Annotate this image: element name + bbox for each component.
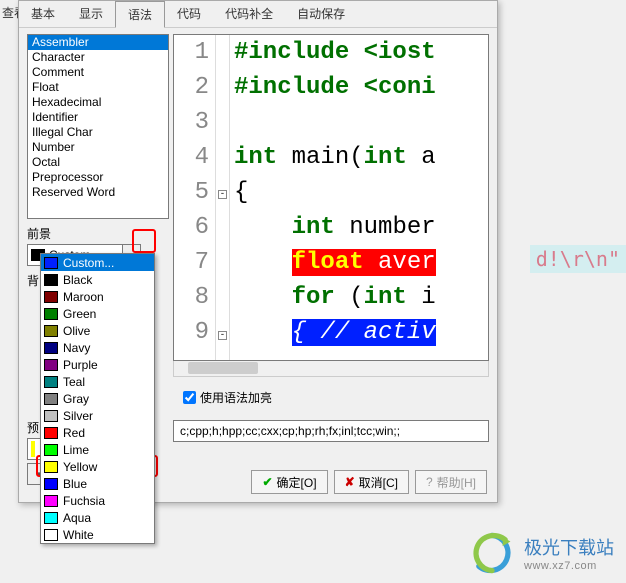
color-name: Aqua (63, 511, 91, 525)
list-item[interactable]: Character (28, 50, 168, 65)
color-name: Red (63, 426, 85, 440)
color-name: Navy (63, 341, 90, 355)
tab-bar: 基本 显示 语法 代码 代码补全 自动保存 (19, 1, 497, 28)
color-option[interactable]: Custom... (41, 254, 154, 271)
color-name: Black (63, 273, 92, 287)
color-option[interactable]: Silver (41, 407, 154, 424)
fg-label: 前景 (27, 225, 169, 242)
help-icon: ? (426, 475, 433, 489)
color-swatch (44, 512, 58, 524)
color-option[interactable]: Teal (41, 373, 154, 390)
tab-autosave[interactable]: 自动保存 (285, 1, 357, 27)
tab-display[interactable]: 显示 (67, 1, 115, 27)
color-swatch (44, 410, 58, 422)
color-name: Maroon (63, 290, 104, 304)
color-swatch (44, 393, 58, 405)
color-swatch (44, 257, 58, 269)
preview-bar (31, 441, 35, 457)
color-option[interactable]: Navy (41, 339, 154, 356)
fold-icon[interactable]: - (218, 331, 227, 340)
color-swatch (44, 529, 58, 541)
color-option[interactable]: Green (41, 305, 154, 322)
color-option[interactable]: Maroon (41, 288, 154, 305)
color-swatch (44, 495, 58, 507)
color-swatch (44, 444, 58, 456)
code-content: #include <iost#include <coniint main(int… (230, 35, 488, 360)
list-item[interactable]: Reserved Word (28, 185, 168, 200)
color-option[interactable]: Black (41, 271, 154, 288)
tab-basic[interactable]: 基本 (19, 1, 67, 27)
color-name: Silver (63, 409, 93, 423)
list-item[interactable]: Hexadecimal (28, 95, 168, 110)
fold-column: - - (216, 35, 230, 360)
color-name: White (63, 528, 94, 542)
color-dropdown-list[interactable]: Custom... Black Maroon Green Olive Navy Purple… (40, 253, 155, 544)
fold-icon[interactable]: - (218, 190, 227, 199)
color-name: Green (63, 307, 96, 321)
color-name: Teal (63, 375, 85, 389)
color-name: Custom... (63, 256, 114, 270)
tab-completion[interactable]: 代码补全 (213, 1, 285, 27)
list-item[interactable]: Assembler (28, 35, 168, 50)
bg-code-snippet: d!\r\n" (530, 245, 626, 273)
footer-site-name: 极光下载站 (524, 534, 614, 560)
color-option[interactable]: Yellow (41, 458, 154, 475)
color-option[interactable]: Red (41, 424, 154, 441)
h-scrollbar[interactable] (173, 361, 489, 377)
color-option[interactable]: Aqua (41, 509, 154, 526)
color-name: Purple (63, 358, 98, 372)
color-option[interactable]: White (41, 526, 154, 543)
scroll-thumb[interactable] (188, 362, 258, 374)
color-swatch (44, 376, 58, 388)
cancel-button[interactable]: ✘取消[C] (334, 470, 409, 494)
color-swatch (44, 291, 58, 303)
color-swatch (44, 461, 58, 473)
color-option[interactable]: Gray (41, 390, 154, 407)
list-item[interactable]: Identifier (28, 110, 168, 125)
line-gutter: 1 2 3 4 5 6 7 8 9 (174, 35, 216, 360)
color-name: Gray (63, 392, 89, 406)
code-preview: 1 2 3 4 5 6 7 8 9 - - #include <iost#inc… (173, 34, 489, 361)
list-item[interactable]: Float (28, 80, 168, 95)
color-name: Fuchsia (63, 494, 105, 508)
list-item[interactable]: Preprocessor (28, 170, 168, 185)
extensions-input[interactable] (173, 420, 489, 442)
color-option[interactable]: Blue (41, 475, 154, 492)
tab-code[interactable]: 代码 (165, 1, 213, 27)
color-swatch (44, 427, 58, 439)
syntax-highlight-label: 使用语法加亮 (200, 389, 272, 406)
color-name: Yellow (63, 460, 97, 474)
footer-site-url: www.xz7.com (524, 560, 614, 572)
list-item[interactable]: Number (28, 140, 168, 155)
color-swatch (44, 308, 58, 320)
list-item[interactable]: Illegal Char (28, 125, 168, 140)
list-item[interactable]: Octal (28, 155, 168, 170)
color-name: Blue (63, 477, 87, 491)
token-listbox[interactable]: Assembler Character Comment Float Hexade… (27, 34, 169, 219)
color-swatch (44, 342, 58, 354)
x-icon: ✘ (345, 475, 355, 489)
color-option[interactable]: Fuchsia (41, 492, 154, 509)
color-swatch (44, 359, 58, 371)
color-swatch (44, 478, 58, 490)
site-logo-icon (470, 531, 514, 575)
color-name: Olive (63, 324, 90, 338)
color-swatch (44, 325, 58, 337)
list-item[interactable]: Comment (28, 65, 168, 80)
help-button[interactable]: ?帮助[H] (415, 470, 487, 494)
ok-button[interactable]: ✔确定[O] (251, 470, 327, 494)
color-name: Lime (63, 443, 89, 457)
color-swatch (44, 274, 58, 286)
tab-syntax[interactable]: 语法 (115, 1, 165, 28)
syntax-highlight-checkbox[interactable] (183, 391, 196, 404)
check-icon: ✔ (262, 475, 272, 489)
color-option[interactable]: Olive (41, 322, 154, 339)
color-option[interactable]: Purple (41, 356, 154, 373)
color-option[interactable]: Lime (41, 441, 154, 458)
